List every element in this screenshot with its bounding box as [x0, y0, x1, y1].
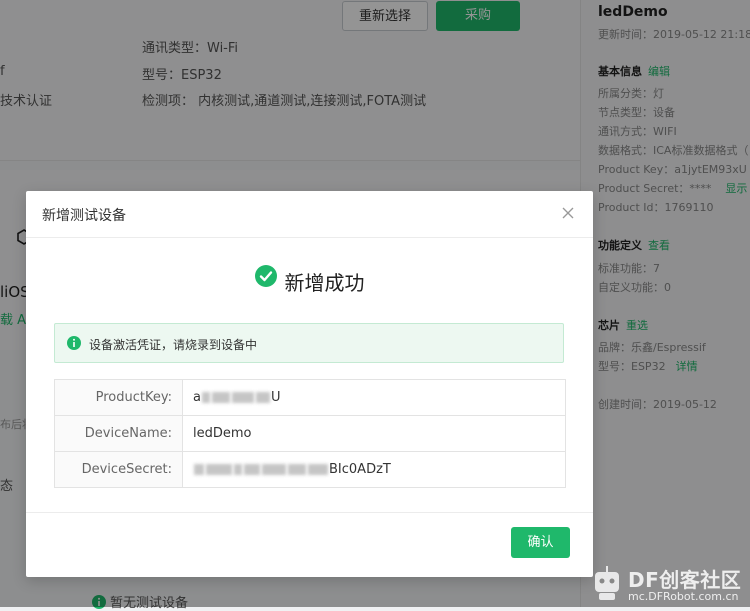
modal-header: 新增测试设备: [26, 191, 593, 238]
confirm-button[interactable]: 确认: [511, 527, 570, 558]
redacted-mask: [193, 462, 329, 477]
table-row: DeviceName: ledDemo: [54, 415, 566, 452]
device-secret-suffix: BIc0ADzT: [329, 462, 391, 477]
device-name-label: DeviceName:: [54, 415, 183, 452]
close-icon[interactable]: [559, 204, 577, 222]
watermark-title: DF创客社区: [628, 568, 742, 592]
device-name-value: ledDemo: [182, 415, 566, 452]
credential-alert: 设备激活凭证，请烧录到设备中: [54, 323, 564, 363]
alert-text: 设备激活凭证，请烧录到设备中: [89, 338, 258, 352]
redacted-mask: [201, 390, 271, 405]
add-test-device-modal: 新增测试设备 新增成功 设备激活凭证，请烧录到设备中 ProductKey: a…: [26, 191, 593, 577]
table-row: ProductKey: aU: [54, 379, 566, 416]
success-message: 新增成功: [26, 264, 593, 296]
watermark-logo: DF创客社区 mc.DFRobot.com.cn: [590, 562, 750, 607]
watermark-url: mc.DFRobot.com.cn: [628, 590, 739, 603]
modal-footer: 确认: [26, 512, 593, 577]
device-secret-label: DeviceSecret:: [54, 451, 183, 488]
device-secret-value: BIc0ADzT: [182, 451, 566, 488]
product-key-value: aU: [182, 379, 566, 416]
product-key-prefix: a: [193, 390, 201, 405]
product-key-label: ProductKey:: [54, 379, 183, 416]
table-row: DeviceSecret: BIc0ADzT: [54, 451, 566, 488]
info-icon: [67, 336, 81, 350]
check-circle-icon: [254, 264, 277, 287]
credential-table: ProductKey: aU DeviceName: ledDemo Devic…: [54, 379, 566, 488]
success-text: 新增成功: [284, 271, 365, 295]
robot-logo-icon: [595, 566, 619, 600]
modal-title: 新增测试设备: [42, 208, 126, 224]
product-key-suffix: U: [270, 390, 281, 405]
